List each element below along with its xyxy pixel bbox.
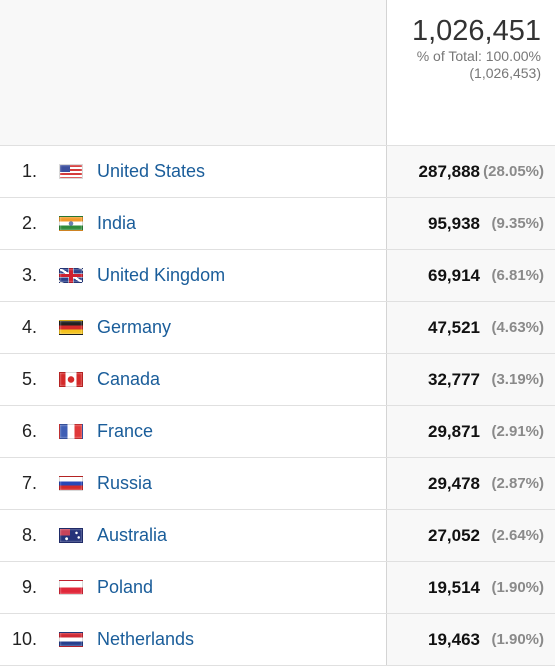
row-rank: 7.: [21, 473, 37, 493]
metric-percent: (9.35%): [491, 215, 544, 232]
de-flag-icon: [59, 320, 83, 335]
metric-pct-of-total: % of Total: 100.00%: [416, 48, 541, 64]
us-flag-icon: [59, 164, 83, 179]
header-metric-cell: 1,026,451 % of Total: 100.00% (1,026,453…: [387, 0, 555, 145]
metric-cell: 29,478 (2.87%): [387, 458, 555, 509]
dimension-cell: 9. Poland: [0, 562, 387, 613]
dimension-cell: 5. Canada: [0, 354, 387, 405]
metric-cell: 69,914 (6.81%): [387, 250, 555, 301]
dimension-cell: 2. India: [0, 198, 387, 249]
metric-percent: (4.63%): [491, 319, 544, 336]
dimension-cell: 10. Netherlands: [0, 614, 387, 665]
row-rank: 3.: [21, 265, 37, 285]
dimension-cell: 8. Australia: [0, 510, 387, 561]
table-row: 7. Russia 29,478 (2.87%): [0, 458, 555, 510]
metric-cell: 27,052 (2.64%): [387, 510, 555, 561]
metric-value: 27,052: [428, 525, 480, 545]
dimension-cell: 4. Germany: [0, 302, 387, 353]
pl-flag-icon: [59, 580, 83, 595]
fr-flag-icon: [59, 424, 83, 439]
metric-percent: (3.19%): [491, 371, 544, 388]
row-rank: 5.: [21, 369, 37, 389]
table-row: 1. United States 287,888 (28.05%): [0, 146, 555, 198]
country-link[interactable]: Australia: [97, 525, 167, 546]
dimension-cell: 3. United Kingdom: [0, 250, 387, 301]
country-link[interactable]: Germany: [97, 317, 171, 338]
metric-cell: 19,514 (1.90%): [387, 562, 555, 613]
metric-percent: (6.81%): [491, 267, 544, 284]
table-row: 8. Australia 27,052 (2.64%): [0, 510, 555, 562]
country-link[interactable]: Netherlands: [97, 629, 194, 650]
metric-percent: (2.87%): [491, 475, 544, 492]
metric-cell: 19,463 (1.90%): [387, 614, 555, 665]
metric-value: 32,777: [428, 369, 480, 389]
metric-value: 29,871: [428, 421, 480, 441]
in-flag-icon: [59, 216, 83, 231]
nl-flag-icon: [59, 632, 83, 647]
dimension-cell: 7. Russia: [0, 458, 387, 509]
metric-cell: 287,888 (28.05%): [387, 146, 555, 197]
country-link[interactable]: Canada: [97, 369, 160, 390]
metric-percent: (2.91%): [491, 423, 544, 440]
metric-percent: (1.90%): [491, 579, 544, 596]
gb-flag-icon: [59, 268, 83, 283]
metric-percent: (1.90%): [491, 631, 544, 648]
header-dimension-cell: [0, 0, 387, 145]
metric-cell: 29,871 (2.91%): [387, 406, 555, 457]
table-row: 9. Poland 19,514 (1.90%): [0, 562, 555, 614]
country-link[interactable]: India: [97, 213, 136, 234]
row-rank: 8.: [21, 525, 37, 545]
metric-cell: 95,938 (9.35%): [387, 198, 555, 249]
metric-value: 19,463: [428, 629, 480, 649]
metric-value: 19,514: [428, 577, 480, 597]
country-link[interactable]: United States: [97, 161, 205, 182]
country-link[interactable]: Russia: [97, 473, 152, 494]
metric-cell: 32,777 (3.19%): [387, 354, 555, 405]
country-link[interactable]: United Kingdom: [97, 265, 225, 286]
country-link[interactable]: Poland: [97, 577, 153, 598]
row-rank: 4.: [21, 317, 37, 337]
ru-flag-icon: [59, 476, 83, 491]
ca-flag-icon: [59, 372, 83, 387]
table-row: 5. Canada 32,777 (3.19%): [0, 354, 555, 406]
table-row: 2. India 95,938 (9.35%): [0, 198, 555, 250]
row-rank: 9.: [21, 577, 37, 597]
metric-value: 47,521: [428, 317, 480, 337]
row-rank: 6.: [21, 421, 37, 441]
row-rank: 1.: [21, 161, 37, 181]
metric-percent: (28.05%): [483, 163, 544, 180]
country-table: 1,026,451 % of Total: 100.00% (1,026,453…: [0, 0, 555, 666]
table-header: 1,026,451 % of Total: 100.00% (1,026,453…: [0, 0, 555, 146]
table-row: 4. Germany 47,521 (4.63%): [0, 302, 555, 354]
table-row: 6. France 29,871 (2.91%): [0, 406, 555, 458]
row-rank: 10.: [11, 629, 37, 649]
dimension-cell: 1. United States: [0, 146, 387, 197]
metric-grand-total: (1,026,453): [469, 65, 541, 81]
au-flag-icon: [59, 528, 83, 543]
dimension-cell: 6. France: [0, 406, 387, 457]
metric-value: 95,938: [428, 213, 480, 233]
metric-value: 69,914: [428, 265, 480, 285]
metric-cell: 47,521 (4.63%): [387, 302, 555, 353]
metric-value: 29,478: [428, 473, 480, 493]
metric-total: 1,026,451: [411, 15, 541, 47]
metric-percent: (2.64%): [491, 527, 544, 544]
country-link[interactable]: France: [97, 421, 153, 442]
row-rank: 2.: [21, 213, 37, 233]
table-row: 3. United Kingdom 69,914 (6.81%): [0, 250, 555, 302]
table-row: 10. Netherlands 19,463 (1.90%): [0, 614, 555, 666]
metric-value: 287,888: [418, 161, 480, 181]
